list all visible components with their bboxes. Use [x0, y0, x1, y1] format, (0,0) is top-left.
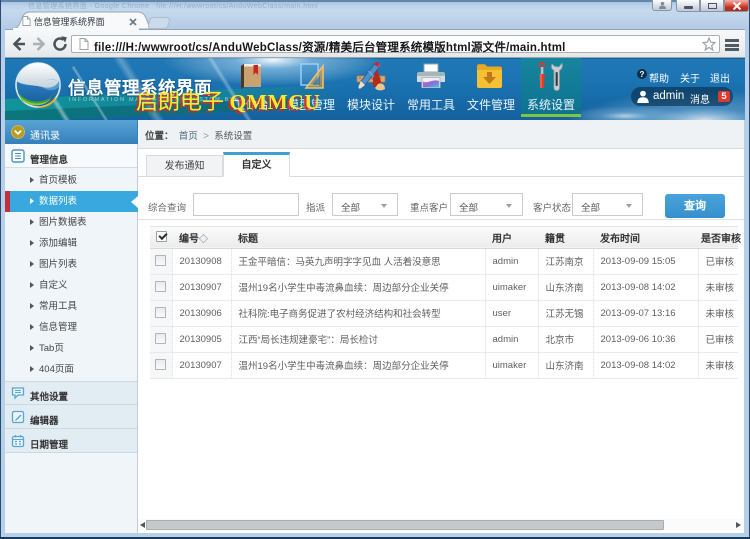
svg-text:?: ? [640, 70, 645, 79]
